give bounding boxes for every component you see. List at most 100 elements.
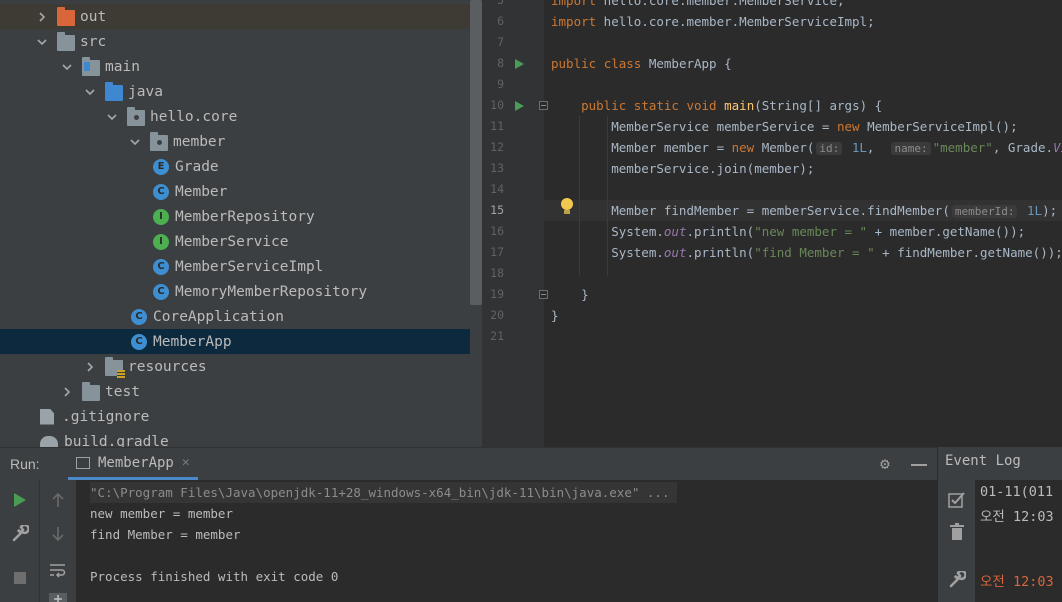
package-icon xyxy=(127,106,145,126)
project-tree-scrollbar[interactable] xyxy=(470,0,482,305)
scroll-down-button[interactable] xyxy=(46,522,70,546)
run-tab-label: MemberApp xyxy=(98,454,174,471)
scroll-up-button[interactable] xyxy=(46,488,70,512)
code-line[interactable]: Member member = new Member(id: 1L, name:… xyxy=(551,137,1062,158)
spring-class-icon: C xyxy=(131,308,147,325)
run-console[interactable]: "C:\Program Files\Java\openjdk-11+28_win… xyxy=(78,480,937,602)
console-output-line: find Member = member xyxy=(90,527,241,542)
mark-all-read-button[interactable] xyxy=(945,488,969,512)
chevron-down-icon[interactable] xyxy=(60,60,74,74)
tree-item-build-gradle[interactable]: build.gradle xyxy=(0,429,470,447)
arrow-down-icon xyxy=(52,527,64,542)
tree-item-label: Grade xyxy=(175,158,219,175)
tree-item-coreapplication[interactable]: C CoreApplication xyxy=(0,304,470,329)
code-line[interactable]: System.out.println("find Member = " + fi… xyxy=(551,242,1062,263)
code-line[interactable]: Member findMember = memberService.findMe… xyxy=(551,200,1057,221)
tree-item-memberservice[interactable]: I MemberService xyxy=(0,229,470,254)
rerun-button[interactable] xyxy=(8,488,32,512)
tree-item-label: .gitignore xyxy=(62,408,150,425)
run-class-gutter-icon[interactable] xyxy=(515,59,524,69)
tree-item-member[interactable]: C Member xyxy=(0,179,470,204)
intention-bulb-icon[interactable] xyxy=(561,198,573,214)
soft-wrap-button[interactable] xyxy=(46,558,70,582)
play-icon xyxy=(14,493,26,507)
run-panel-header: Run: MemberApp ✕ ⚙ xyxy=(0,447,937,480)
line-number: 21 xyxy=(490,329,504,343)
fold-close-icon[interactable] xyxy=(539,290,548,299)
line-number: 5 xyxy=(497,0,504,7)
fold-open-icon[interactable] xyxy=(539,101,548,110)
tree-item-label: java xyxy=(128,83,163,100)
chevron-down-icon[interactable] xyxy=(128,135,142,149)
run-tab-memberapp[interactable]: MemberApp ✕ xyxy=(68,448,198,480)
tree-item-label: MemberRepository xyxy=(175,208,315,225)
tree-item-memorymemberrepository[interactable]: C MemoryMemberRepository xyxy=(0,279,470,304)
enum-icon: E xyxy=(153,158,169,175)
code-line[interactable]: } xyxy=(551,305,559,326)
event-log-title: Event Log xyxy=(945,453,1021,469)
close-tab-icon[interactable]: ✕ xyxy=(182,455,190,470)
source-folder-icon xyxy=(82,56,100,76)
line-number: 12 xyxy=(490,140,504,154)
trash-icon xyxy=(950,523,964,540)
tree-item-hello-core[interactable]: hello.core xyxy=(0,104,470,129)
code-line[interactable]: public class MemberApp { xyxy=(551,53,732,74)
code-line[interactable]: import hello.core.member.MemberService; xyxy=(551,0,845,11)
code-editor[interactable]: 5 6 7 8 9 10 11 12 13 14 15 16 17 18 19 20 21 import hel… xyxy=(482,0,1062,447)
tree-item-memberapp[interactable]: C MemberApp xyxy=(0,329,470,354)
tree-item-memberserviceimpl[interactable]: C MemberServiceImpl xyxy=(0,254,470,279)
clear-log-button[interactable] xyxy=(945,520,969,544)
code-line[interactable]: } xyxy=(551,284,589,305)
wrench-icon xyxy=(12,525,29,542)
tree-item-src[interactable]: src xyxy=(0,29,470,54)
code-line[interactable]: System.out.println("new member = " + mem… xyxy=(551,221,1025,242)
chevron-down-icon[interactable] xyxy=(105,110,119,124)
package-icon xyxy=(150,131,168,151)
wrench-icon xyxy=(949,571,966,588)
code-line[interactable]: import hello.core.member.MemberServiceIm… xyxy=(551,11,875,32)
tree-item-member[interactable]: member xyxy=(0,129,470,154)
modify-run-config-button[interactable] xyxy=(8,522,32,546)
tree-item-label: MemberServiceImpl xyxy=(175,258,324,275)
tree-item-label: MemoryMemberRepository xyxy=(175,283,368,300)
tree-item-out[interactable]: out xyxy=(0,4,470,29)
settings-gear-icon[interactable]: ⚙ xyxy=(877,456,893,472)
event-timestamp: 오전 12:03 xyxy=(980,509,1054,525)
console-exit-line: Process finished with exit code 0 xyxy=(90,569,339,584)
folder-icon xyxy=(82,381,100,401)
chevron-right-icon[interactable] xyxy=(35,10,49,24)
run-config-icon xyxy=(76,456,90,469)
arrow-up-icon xyxy=(52,492,64,507)
tree-item-java[interactable]: java xyxy=(0,79,470,104)
chevron-right-icon[interactable] xyxy=(83,360,97,374)
tree-item-resources[interactable]: resources xyxy=(0,354,470,379)
scroll-end-icon xyxy=(49,593,67,602)
line-number: 14 xyxy=(490,182,504,196)
project-tree-panel: out src main java hello.core member E Grade C Mem… xyxy=(0,0,482,447)
tree-item-gitignore[interactable]: .gitignore xyxy=(0,404,470,429)
event-log-panel: Event Log 01-11(011 오전 12:03 오전 12:03 xyxy=(937,447,1062,602)
tree-item-test[interactable]: test xyxy=(0,379,470,404)
event-timestamp: 오전 12:03 xyxy=(980,574,1054,590)
event-log-toolbar xyxy=(938,480,976,602)
chevron-down-icon[interactable] xyxy=(35,35,49,49)
tree-item-main[interactable]: main xyxy=(0,54,470,79)
code-line[interactable]: memberService.join(member); xyxy=(551,158,814,179)
tree-item-grade[interactable]: E Grade xyxy=(0,154,470,179)
minimize-icon[interactable] xyxy=(911,464,927,466)
line-number: 8 xyxy=(497,56,504,70)
run-main-gutter-icon[interactable] xyxy=(515,101,524,111)
code-line[interactable]: MemberService memberService = new Member… xyxy=(551,116,1017,137)
indent-guide xyxy=(579,116,580,276)
tree-item-label: MemberApp xyxy=(153,333,232,350)
tree-item-label: MemberService xyxy=(175,233,289,250)
code-line[interactable]: public static void main(String[] args) { xyxy=(551,95,882,116)
chevron-down-icon[interactable] xyxy=(83,85,97,99)
tree-item-memberrepository[interactable]: I MemberRepository xyxy=(0,204,470,229)
event-log-settings-button[interactable] xyxy=(945,568,969,592)
event-log-body[interactable]: 01-11(011 오전 12:03 오전 12:03 xyxy=(976,480,1062,602)
console-command-line: "C:\Program Files\Java\openjdk-11+28_win… xyxy=(90,482,678,503)
scroll-to-end-button[interactable] xyxy=(46,586,70,602)
stop-button[interactable] xyxy=(8,566,32,590)
chevron-right-icon[interactable] xyxy=(60,385,74,399)
